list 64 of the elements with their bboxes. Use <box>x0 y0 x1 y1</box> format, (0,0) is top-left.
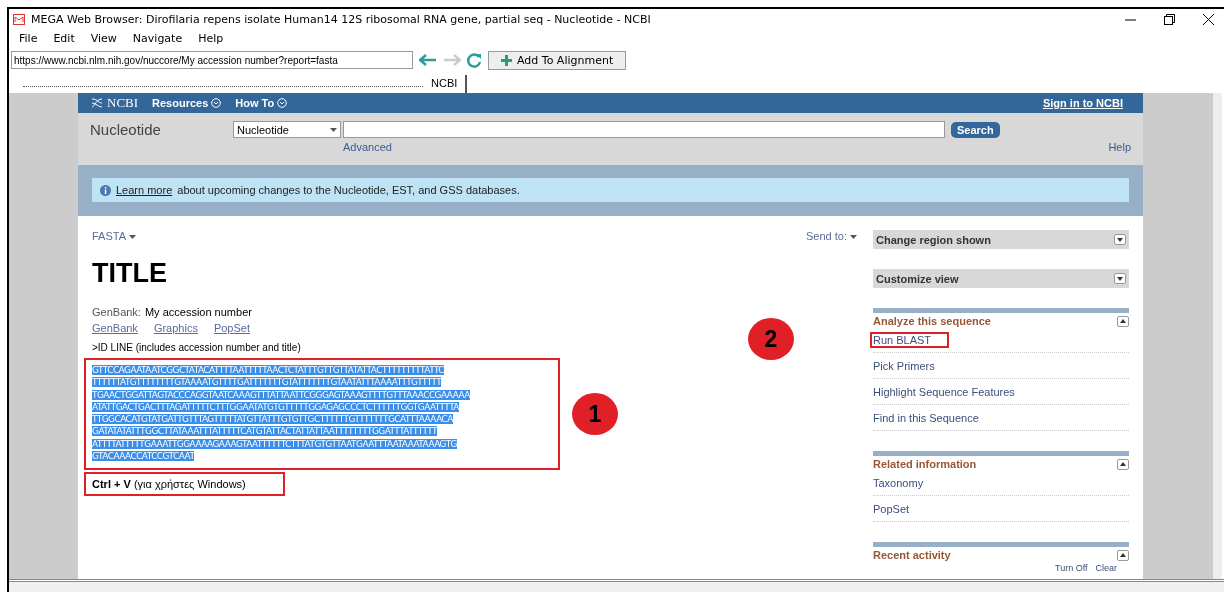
advanced-link[interactable]: Advanced <box>343 141 392 153</box>
collapse-icon[interactable] <box>1117 315 1129 327</box>
caret-icon <box>129 235 137 240</box>
database-select[interactable]: Nucleotide <box>233 121 341 138</box>
scrollbar[interactable] <box>1213 93 1222 579</box>
collapse-icon[interactable] <box>1117 458 1129 470</box>
ncbi-logo[interactable]: NCBI <box>90 95 139 111</box>
window-title: MEGA Web Browser: Dirofilaria repens isolate Human14 12S ribosomal RNA gene, partial seq - Nucleotide - NCBI <box>31 12 652 26</box>
restore-icon[interactable] <box>1164 13 1175 25</box>
chevron-down-icon <box>211 98 222 108</box>
close-icon[interactable] <box>1203 13 1214 25</box>
footer-link[interactable]: Turn Off <box>1054 563 1088 573</box>
view-link[interactable]: GenBank <box>92 322 138 334</box>
view-link[interactable]: PopSet <box>213 322 250 334</box>
step-badge: 2 <box>748 318 794 360</box>
footer-link[interactable]: Clear <box>1095 563 1117 573</box>
app-logo-icon <box>13 13 25 25</box>
search-button[interactable]: Search <box>951 121 1000 138</box>
database-label: Nucleotide <box>90 121 162 140</box>
id-line-text: >ID LINE (includes accession number and title) <box>92 342 302 353</box>
caret-icon <box>850 235 857 240</box>
sidebar-link[interactable]: PopSet <box>870 501 912 517</box>
search-field[interactable] <box>343 121 945 138</box>
section-title: Analyze this sequence <box>873 315 991 327</box>
sequence-text: GTTCCAGAATAATCGGCTATACATTTTAATTTTTAACTCTATTTGTTGTTATATTACTTTTTTTTTATTC TTTTTTATGTTTTTTTTGTAAAATGTTTTGATTTTTTTGTATTTTTTTGTAATATTTAAAATTTGTTTTT TGAACTGGATTAGTACCCAGGTAATCAAAGTTTATTAATTCGGGAGTAAAGTTTTGTTTAAACCGAAAAA ATATTGACTGACTTTAGATTTTTCTTTGGAATATGTGTTTTTGGAGAGCCCTCTTTTTTGGTGAATTTTA TTGGCACATGTATGATTGTTTAGTTTTTATGTTATTTGTGTTGCTTTTTTGTTTTTTTGCATTTAAAACA GATATATATTTGGCTTATAAATTTATTTTTCATGTATTACTATTATTAATTTTTTTTGGATTTATTTTTT ATTTTATTTTTGAAATTGGAAAAGAAAGTAATTTTTTCTTTATGTGTTAATGAATTTAATAAATAAAGTG GTACAAACCATCCGTCAAT <box>92 364 471 463</box>
format-menu[interactable]: FASTA <box>92 230 137 242</box>
collapse-icon[interactable] <box>1117 549 1129 561</box>
collapsed-panel[interactable]: Customize view <box>873 269 1129 288</box>
menu-item[interactable]: Navigate <box>132 31 183 45</box>
address-field[interactable]: https://www.ncbi.nlm.nih.gov/nuccore/My accession number?report=fasta <box>11 51 413 69</box>
info-icon <box>100 184 111 196</box>
add-to-alignment-button[interactable]: Add To Alignment <box>488 50 627 70</box>
sign-in-link[interactable]: Sign in to NCBI <box>1042 97 1123 109</box>
back-arrow-icon[interactable] <box>419 54 437 66</box>
expand-icon[interactable] <box>1114 234 1126 245</box>
menu-item[interactable]: File <box>19 31 38 45</box>
sidebar-link[interactable]: Run BLAST <box>870 332 950 348</box>
caret-icon <box>330 127 337 132</box>
genbank-label: GenBank: <box>92 306 141 318</box>
expand-icon[interactable] <box>1114 273 1126 284</box>
paste-hint: Ctrl + V (για χρήστες Windows) <box>84 472 285 497</box>
chevron-down-icon <box>277 98 288 108</box>
menu-item[interactable]: View <box>90 31 117 45</box>
notice-text: about upcoming changes to the Nucleotide, EST, and GSS databases. <box>177 184 520 196</box>
section-title: Recent activity <box>873 549 951 561</box>
menu-item[interactable]: Edit <box>53 31 75 45</box>
sidebar-link[interactable]: Find in this Sequence <box>870 410 981 426</box>
refresh-icon[interactable] <box>467 52 482 68</box>
help-link[interactable]: Help <box>1108 141 1131 153</box>
sidebar-link[interactable]: Taxonomy <box>870 475 926 491</box>
step-badge: 1 <box>572 393 618 436</box>
sidebar-link[interactable]: Pick Primers <box>870 358 937 374</box>
accession-text: My accession number <box>144 306 252 318</box>
plus-icon <box>501 54 512 66</box>
collapsed-panel[interactable]: Change region shown <box>873 230 1129 249</box>
header-menu-link[interactable]: How To <box>235 97 288 109</box>
learn-more-link[interactable]: Learn more <box>116 184 173 196</box>
header-menu-link[interactable]: Resources <box>152 97 222 109</box>
menu-item[interactable]: Help <box>198 31 224 45</box>
sidebar-link[interactable]: Highlight Sequence Features <box>870 384 1017 400</box>
send-to-menu[interactable]: Send to: <box>806 230 857 579</box>
view-link[interactable]: Graphics <box>153 322 198 334</box>
section-title: Related information <box>873 458 977 470</box>
record-title: TITLE <box>92 258 168 289</box>
